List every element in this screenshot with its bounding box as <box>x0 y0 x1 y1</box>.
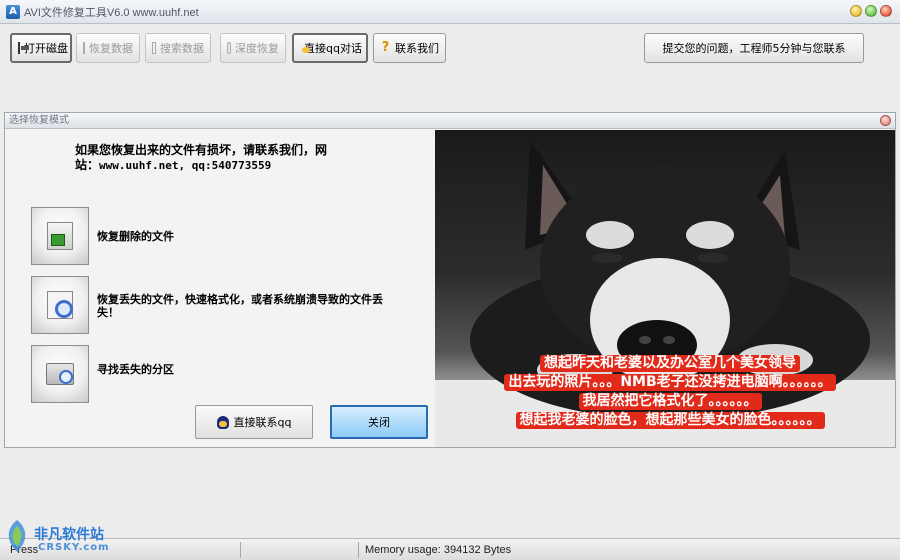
contact-qq-label: 直接联系qq <box>233 416 292 429</box>
minimize-button[interactable] <box>850 5 862 17</box>
dialog-title: 选择恢复模式 <box>9 115 69 126</box>
open-disk-button[interactable]: 打开磁盘 <box>10 33 72 63</box>
search-data-label: 搜索数据 <box>160 42 204 55</box>
caption-line: 我居然把它格式化了。。。。。。 <box>578 393 762 410</box>
site-watermark: 非凡软件站 CRSKY.com <box>2 518 132 558</box>
search-data-icon <box>152 42 156 54</box>
watermark-sub: CRSKY.com <box>38 542 110 553</box>
title-bar: A AVI文件修复工具V6.0 www.uuhf.net <box>0 0 900 24</box>
qq-chat-button[interactable]: 直接qq对话 <box>292 33 368 63</box>
find-partition-icon <box>46 363 74 385</box>
close-window-button[interactable] <box>880 5 892 17</box>
memory-usage: Memory usage: 394132 Bytes <box>358 542 658 558</box>
caption-line: 出去玩的照片。。。NMB老子还没拷进电脑啊。。。。。。 <box>504 374 836 391</box>
status-empty <box>240 542 358 558</box>
toolbar: 打开磁盘 恢复数据 搜索数据 深度恢复 直接qq对话 ? 联系我们 提交您的问题… <box>0 24 900 108</box>
recover-lost-label: 恢复丢失的文件，快速格式化，或者系统崩溃导致的文件丢失！ <box>97 293 383 319</box>
recover-deleted-label: 恢复删除的文件 <box>97 230 174 243</box>
recover-lost-button[interactable] <box>31 276 89 334</box>
find-partition-label: 寻找丢失的分区 <box>97 363 174 376</box>
notice-site-prefix: 站： <box>75 158 100 172</box>
open-disk-label: 打开磁盘 <box>24 42 68 55</box>
window-controls <box>850 5 892 17</box>
watermark-text: 非凡软件站 <box>34 527 104 543</box>
search-data-button[interactable]: 搜索数据 <box>145 33 211 63</box>
notice-line-1: 如果您恢复出来的文件有损坏，请联系我们，网 <box>75 143 328 157</box>
recover-deleted-icon <box>47 222 73 250</box>
recovery-mode-dialog: 选择恢复模式 如果您恢复出来的文件有损坏，请联系我们，网 站：www.uuhf.… <box>4 112 896 448</box>
app-icon: A <box>6 4 20 19</box>
dialog-title-bar: 选择恢复模式 <box>5 113 895 129</box>
find-partition-button[interactable] <box>31 345 89 403</box>
maximize-button[interactable] <box>865 5 877 17</box>
recover-deleted-button[interactable] <box>31 207 89 265</box>
caption-line: 想起我老婆的脸色，想起那些美女的脸色。。。。。。 <box>515 412 825 429</box>
notice-contact-url: www.uuhf.net, qq:540773559 <box>99 159 272 172</box>
restore-data-button[interactable]: 恢复数据 <box>76 33 140 63</box>
qq-chat-label: 直接qq对话 <box>304 42 362 55</box>
close-button[interactable]: 关闭 <box>330 405 428 439</box>
contact-us-label: 联系我们 <box>395 42 439 55</box>
submit-question-button[interactable]: 提交您的问题，工程师5分钟与您联系 <box>644 33 864 63</box>
dialog-close-icon[interactable] <box>880 115 891 126</box>
notice-line-2: 站：www.uuhf.net, qq:540773559 <box>75 158 395 173</box>
contact-qq-button[interactable]: 直接联系qq <box>195 405 313 439</box>
husky-meme-image: 想起昨天和老婆以及办公室几个美女领导 出去玩的照片。。。NMB老子还没拷进电脑啊… <box>435 130 895 447</box>
caption-line: 想起昨天和老婆以及办公室几个美女领导 <box>540 355 800 372</box>
damage-notice: 如果您恢复出来的文件有损坏，请联系我们，网 站：www.uuhf.net, qq… <box>75 143 395 173</box>
deep-restore-label: 深度恢复 <box>235 42 279 55</box>
meme-caption: 想起昨天和老婆以及办公室几个美女领导 出去玩的照片。。。NMB老子还没拷进电脑啊… <box>455 354 885 430</box>
window-title: AVI文件修复工具V6.0 www.uuhf.net <box>24 6 199 19</box>
disk-icon <box>18 42 29 54</box>
restore-icon <box>83 42 85 54</box>
restore-data-label: 恢复数据 <box>89 42 133 55</box>
recover-lost-icon <box>47 291 73 319</box>
deep-restore-button[interactable]: 深度恢复 <box>220 33 286 63</box>
status-bar: Press Memory usage: 394132 Bytes <box>0 538 900 560</box>
contact-us-button[interactable]: ? 联系我们 <box>373 33 446 63</box>
deep-restore-icon <box>227 42 231 54</box>
watermark-logo <box>8 520 26 552</box>
qq-icon <box>216 415 229 429</box>
help-icon: ? <box>381 40 390 55</box>
